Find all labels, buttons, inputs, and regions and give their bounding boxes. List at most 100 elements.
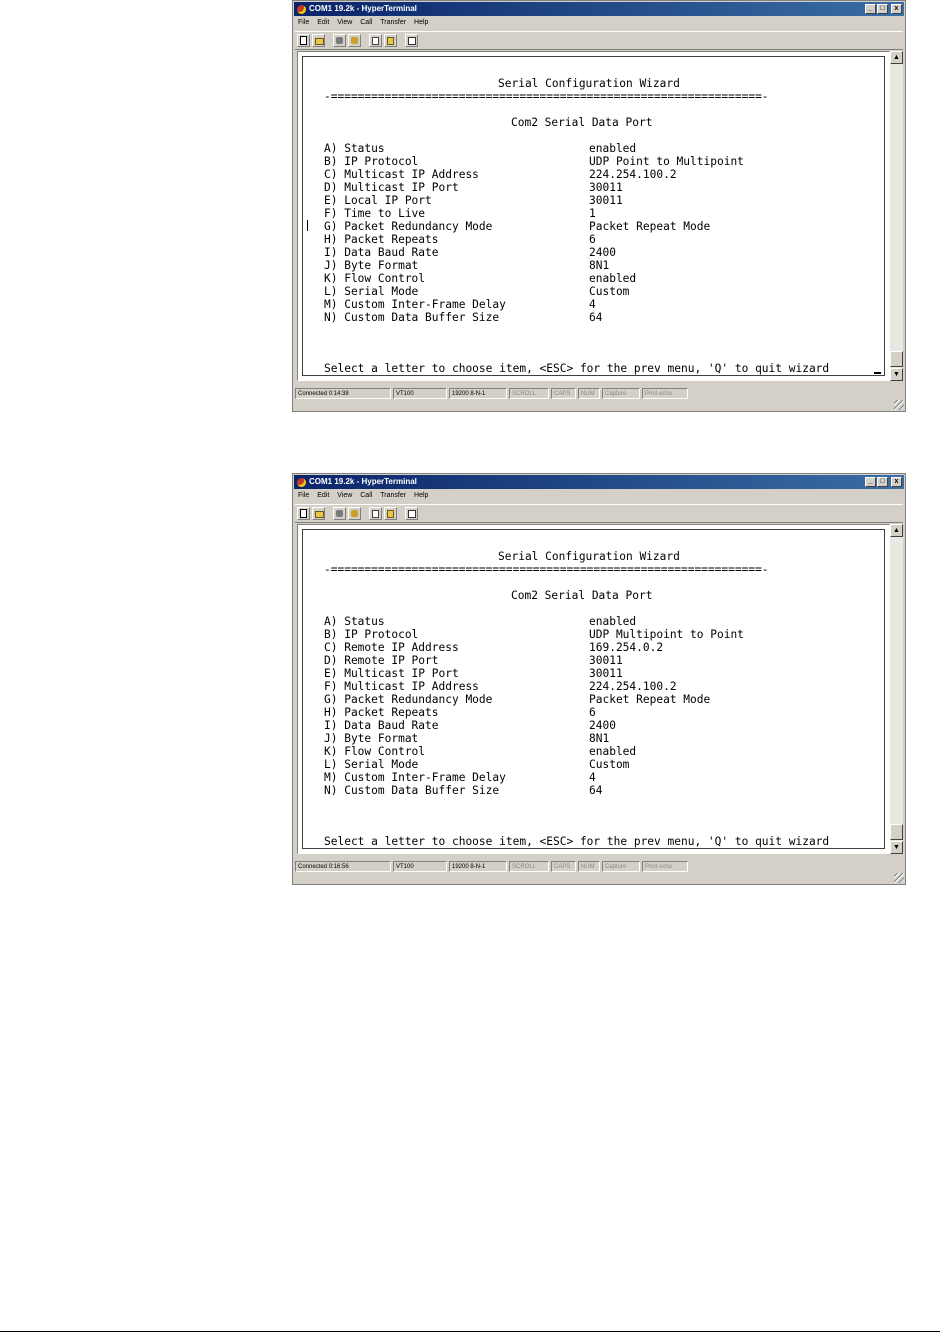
menu-item-m[interactable]: M) Custom Inter-Frame Delay 4 xyxy=(324,298,864,311)
send-icon[interactable] xyxy=(369,34,382,47)
menu-edit[interactable]: Edit xyxy=(317,19,329,26)
hyperterminal-window-1: COM1 19.2k - HyperTerminal _ □ x File Ed… xyxy=(292,0,906,412)
resize-grip-icon[interactable] xyxy=(894,873,904,883)
item-label: J) Byte Format xyxy=(324,259,419,272)
minimize-button[interactable]: _ xyxy=(865,477,876,487)
menu-transfer[interactable]: Transfer xyxy=(380,492,406,499)
vertical-scrollbar[interactable]: ▲ ▼ xyxy=(890,51,903,381)
scroll-down-arrow-icon[interactable]: ▼ xyxy=(890,841,903,854)
menu-item-h[interactable]: H) Packet Repeats 6 xyxy=(324,233,864,246)
menu-edit[interactable]: Edit xyxy=(317,492,329,499)
menu-item-m[interactable]: M) Custom Inter-Frame Delay 4 xyxy=(324,771,864,784)
menu-item-d[interactable]: D) Remote IP Port 30011 xyxy=(324,654,864,667)
scroll-down-arrow-icon[interactable]: ▼ xyxy=(890,368,903,381)
maximize-button[interactable]: □ xyxy=(877,4,888,14)
menu-item-h[interactable]: H) Packet Repeats 6 xyxy=(324,706,864,719)
terminal-client-area[interactable]: Serial Configuration Wizard -===========… xyxy=(297,524,890,854)
status-emulation: VT100 xyxy=(393,388,447,399)
terminal-screen[interactable]: Serial Configuration Wizard -===========… xyxy=(302,56,885,376)
properties-icon[interactable] xyxy=(405,507,418,520)
receive-icon[interactable] xyxy=(384,507,397,520)
menu-help[interactable]: Help xyxy=(414,492,428,499)
maximize-button[interactable]: □ xyxy=(877,477,888,487)
menu-item-g[interactable]: G) Packet Redundancy Mode Packet Repeat M… xyxy=(324,220,864,233)
port-subheading: Com2 Serial Data Port xyxy=(511,589,653,602)
new-icon[interactable] xyxy=(297,507,310,520)
properties-icon[interactable] xyxy=(405,34,418,47)
text-cursor-bar xyxy=(307,220,308,231)
menu-item-a[interactable]: A) Status enabled xyxy=(324,615,864,628)
title-bar[interactable]: COM1 19.2k - HyperTerminal _ □ x xyxy=(294,2,904,16)
menu-view[interactable]: View xyxy=(337,19,352,26)
title-bar[interactable]: COM1 19.2k - HyperTerminal _ □ x xyxy=(294,475,904,489)
menu-item-j[interactable]: J) Byte Format 8N1 xyxy=(324,732,864,745)
menu-item-c[interactable]: C) Multicast IP Address 224.254.100.2 xyxy=(324,168,864,181)
close-button[interactable]: x xyxy=(891,4,902,14)
hyperterminal-app-icon[interactable] xyxy=(297,477,306,487)
window-title: COM1 19.2k - HyperTerminal xyxy=(309,4,417,13)
item-value: Packet Repeat Mode xyxy=(589,693,711,706)
status-scroll: SCROLL xyxy=(509,388,549,399)
menu-item-l[interactable]: L) Serial Mode Custom xyxy=(324,285,864,298)
menu-help[interactable]: Help xyxy=(414,19,428,26)
menu-item-f[interactable]: F) Time to Live 1 xyxy=(324,207,864,220)
status-connected-time: Connected 0:14:38 xyxy=(295,388,391,399)
item-value: UDP Point to Multipoint xyxy=(589,155,744,168)
menu-item-i[interactable]: I) Data Baud Rate 2400 xyxy=(324,719,864,732)
menu-item-e[interactable]: E) Multicast IP Port 30011 xyxy=(324,667,864,680)
menu-item-j[interactable]: J) Byte Format 8N1 xyxy=(324,259,864,272)
resize-grip-icon[interactable] xyxy=(894,400,904,410)
scroll-up-arrow-icon[interactable]: ▲ xyxy=(890,51,903,64)
hyperterminal-app-icon[interactable] xyxy=(297,4,306,14)
open-icon[interactable] xyxy=(312,507,325,520)
open-icon[interactable] xyxy=(312,34,325,47)
menu-item-c[interactable]: C) Remote IP Address 169.254.0.2 xyxy=(324,641,864,654)
menu-item-k[interactable]: K) Flow Control enabled xyxy=(324,745,864,758)
item-label: K) Flow Control xyxy=(324,745,426,758)
menu-item-d[interactable]: D) Multicast IP Port 30011 xyxy=(324,181,864,194)
menu-item-g[interactable]: G) Packet Redundancy Mode Packet Repeat M… xyxy=(324,693,864,706)
menu-item-e[interactable]: E) Local IP Port 30011 xyxy=(324,194,864,207)
scroll-thumb[interactable] xyxy=(890,824,903,840)
menu-item-a[interactable]: A) Status enabled xyxy=(324,142,864,155)
hangup-icon[interactable] xyxy=(348,34,361,47)
new-icon[interactable] xyxy=(297,34,310,47)
menu-item-f[interactable]: F) Multicast IP Address 224.254.100.2 xyxy=(324,680,864,693)
scroll-thumb[interactable] xyxy=(890,351,903,367)
menu-item-l[interactable]: L) Serial Mode Custom xyxy=(324,758,864,771)
item-label: C) Remote IP Address xyxy=(324,641,459,654)
menu-item-b[interactable]: B) IP Protocol UDP Point to Multipoint xyxy=(324,155,864,168)
vertical-scrollbar[interactable]: ▲ ▼ xyxy=(890,524,903,854)
menu-view[interactable]: View xyxy=(337,492,352,499)
menu-file[interactable]: File xyxy=(298,19,309,26)
dial-icon[interactable] xyxy=(333,507,346,520)
heading-rule: -=======================================… xyxy=(324,90,769,103)
hangup-icon[interactable] xyxy=(348,507,361,520)
receive-icon[interactable] xyxy=(384,34,397,47)
terminal-client-area[interactable]: Serial Configuration Wizard -===========… xyxy=(297,51,890,381)
menu-item-k[interactable]: K) Flow Control enabled xyxy=(324,272,864,285)
menu-transfer[interactable]: Transfer xyxy=(380,19,406,26)
menu-item-n[interactable]: N) Custom Data Buffer Size 64 xyxy=(324,311,864,324)
item-value: 64 xyxy=(589,784,603,797)
menu-item-i[interactable]: I) Data Baud Rate 2400 xyxy=(324,246,864,259)
status-print-echo: Print echo xyxy=(642,388,688,399)
menu-call[interactable]: Call xyxy=(360,492,372,499)
close-button[interactable]: x xyxy=(891,477,902,487)
scroll-up-arrow-icon[interactable]: ▲ xyxy=(890,524,903,537)
terminal-screen[interactable]: Serial Configuration Wizard -===========… xyxy=(302,529,885,849)
item-label: D) Remote IP Port xyxy=(324,654,439,667)
item-label: N) Custom Data Buffer Size xyxy=(324,784,500,797)
wizard-prompt: Select a letter to choose item, <ESC> fo… xyxy=(324,362,830,375)
send-icon[interactable] xyxy=(369,507,382,520)
menu-item-n[interactable]: N) Custom Data Buffer Size 64 xyxy=(324,784,864,797)
port-subheading: Com2 Serial Data Port xyxy=(511,116,653,129)
dial-icon[interactable] xyxy=(333,34,346,47)
item-label: A) Status xyxy=(324,142,385,155)
minimize-button[interactable]: _ xyxy=(865,4,876,14)
menu-item-b[interactable]: B) IP Protocol UDP Multipoint to Point xyxy=(324,628,864,641)
footer-rule xyxy=(0,1331,940,1332)
menu-file[interactable]: File xyxy=(298,492,309,499)
item-value: 6 xyxy=(589,233,596,246)
menu-call[interactable]: Call xyxy=(360,19,372,26)
